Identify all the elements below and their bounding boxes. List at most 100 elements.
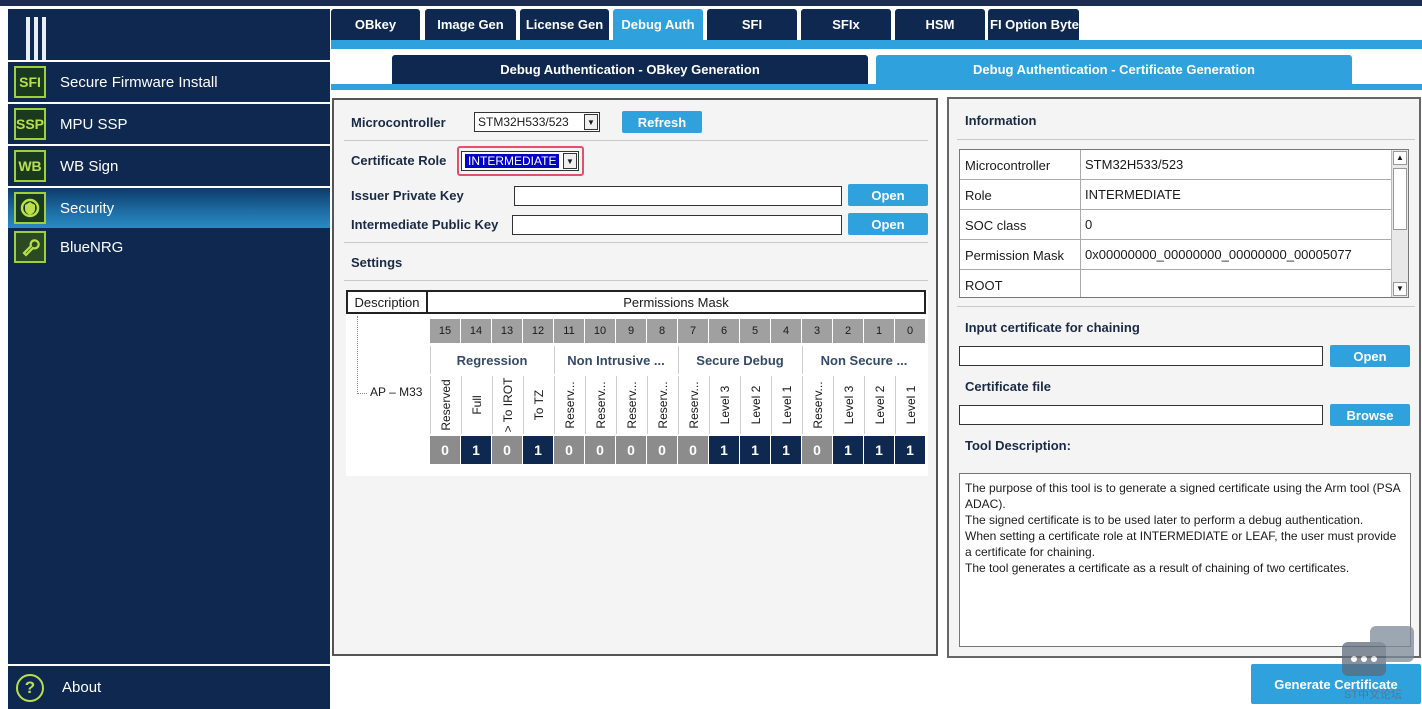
permission-label: > To IROT: [492, 376, 522, 434]
tab-obkey[interactable]: OBkey: [331, 9, 420, 40]
sidebar-item-label: MPU SSP: [60, 115, 128, 133]
permission-label-text: Reserv...: [624, 381, 639, 429]
permission-bit-value[interactable]: 1: [740, 436, 770, 464]
description-line: The purpose of this tool is to generate …: [965, 481, 1400, 511]
permission-bit-value[interactable]: 0: [678, 436, 708, 464]
tab-debug-auth[interactable]: Debug Auth: [613, 9, 703, 40]
sidebar-item-sfi[interactable]: SFI Secure Firmware Install: [8, 60, 330, 102]
issuer-key-open-button[interactable]: Open: [848, 184, 928, 206]
permission-bit-value[interactable]: 0: [616, 436, 646, 464]
intermediate-public-key-field[interactable]: [512, 215, 842, 235]
tab-sfix[interactable]: SFIx: [801, 9, 891, 40]
tab-fi-option-byte[interactable]: FI Option Byte: [988, 9, 1079, 40]
permission-bit-value[interactable]: 1: [461, 436, 491, 464]
chevron-down-icon: ▼: [563, 153, 577, 169]
permission-label: Reserv...: [585, 376, 615, 434]
permission-bit-value[interactable]: 0: [647, 436, 677, 464]
permission-label: Level 2: [864, 376, 894, 434]
bit-number: 10: [585, 319, 615, 343]
subtab-obkey-generation[interactable]: Debug Authentication - OBkey Generation: [392, 55, 868, 84]
permission-bit-value[interactable]: 0: [585, 436, 615, 464]
about-item[interactable]: ? About: [8, 664, 330, 709]
permission-label: Reserv...: [554, 376, 584, 434]
divider: [344, 280, 928, 281]
wb-badge-icon: WB: [14, 150, 46, 182]
tree-line: [357, 316, 358, 394]
tab-license-gen[interactable]: License Gen: [520, 9, 609, 40]
intermediate-public-key-label: Intermediate Public Key: [351, 217, 499, 232]
tab-hsm[interactable]: HSM: [895, 9, 985, 40]
certificate-settings-panel: Microcontroller STM32H533/523 ▼ Refresh …: [332, 98, 938, 656]
certificate-file-field[interactable]: [959, 405, 1323, 425]
permission-label: Level 3: [709, 376, 739, 434]
permission-bit-value[interactable]: 1: [864, 436, 894, 464]
sidebar: SFI Secure Firmware Install SSP MPU SSP …: [8, 9, 330, 709]
permission-label: Reserved: [430, 376, 460, 434]
bit-number: 13: [492, 319, 522, 343]
sidebar-item-mpu-ssp[interactable]: SSP MPU SSP: [8, 102, 330, 144]
permission-bit-value[interactable]: 1: [523, 436, 553, 464]
sidebar-item-security[interactable]: Security: [8, 186, 330, 228]
bit-number: 11: [554, 319, 584, 343]
permission-bit-value[interactable]: 1: [771, 436, 801, 464]
bit-number: 7: [678, 319, 708, 343]
permission-label-text: Reserved: [438, 379, 453, 431]
bit-number: 1: [864, 319, 894, 343]
divider: [344, 140, 928, 141]
permission-label-text: Reserv...: [810, 381, 825, 429]
description-line: The signed certificate is to be used lat…: [965, 513, 1364, 527]
info-scrollbar[interactable]: ▲ ▼: [1391, 150, 1408, 297]
permission-label-text: Level 3: [717, 385, 732, 425]
permission-bit-value[interactable]: 0: [802, 436, 832, 464]
tab-sfi[interactable]: SFI: [707, 9, 797, 40]
certificate-role-select[interactable]: INTERMEDIATE ▼: [461, 151, 579, 171]
permission-label-text: Level 1: [903, 385, 918, 425]
permission-label-text: Reserv...: [562, 381, 577, 429]
permission-bit-value[interactable]: 1: [709, 436, 739, 464]
sidebar-item-bluenrg[interactable]: BlueNRG: [8, 228, 330, 266]
issuer-private-key-field[interactable]: [514, 186, 842, 206]
permission-bit-value[interactable]: 0: [430, 436, 460, 464]
information-panel: Information Microcontroller STM32H533/52…: [947, 97, 1421, 658]
row-value: 0x00000000_00000000_00000000_00005077: [1085, 247, 1352, 262]
permission-label-text: Level 1: [779, 385, 794, 425]
permission-bit-value[interactable]: 0: [492, 436, 522, 464]
scroll-thumb[interactable]: [1393, 168, 1407, 230]
intermediate-key-open-button[interactable]: Open: [848, 213, 928, 235]
scroll-up-icon[interactable]: ▲: [1393, 151, 1407, 165]
certificate-file-label: Certificate file: [965, 379, 1051, 394]
question-icon: ?: [16, 674, 44, 702]
row-key: Permission Mask: [960, 240, 1081, 270]
tool-description-label: Tool Description:: [965, 438, 1071, 453]
browse-button[interactable]: Browse: [1330, 404, 1410, 426]
top-border: [0, 0, 1422, 6]
bit-number: 14: [461, 319, 491, 343]
shield-gear-icon: [14, 192, 46, 224]
input-certificate-field[interactable]: [959, 346, 1323, 366]
row-key: ROOT: [960, 270, 1081, 297]
subtab-certificate-generation[interactable]: Debug Authentication - Certificate Gener…: [876, 55, 1352, 84]
microcontroller-select[interactable]: STM32H533/523 ▼: [474, 112, 600, 132]
sfi-badge-icon: SFI: [14, 66, 46, 98]
permission-bit-value[interactable]: 1: [833, 436, 863, 464]
scroll-down-icon[interactable]: ▼: [1393, 282, 1407, 296]
bit-number: 0: [895, 319, 925, 343]
sidebar-item-label: BlueNRG: [60, 238, 124, 256]
forum-watermark-logo: ST中文论坛: [1340, 626, 1416, 706]
table-row: Microcontroller STM32H533/523: [960, 150, 1392, 180]
sidebar-item-label: Security: [60, 199, 115, 217]
tab-image-gen[interactable]: Image Gen: [425, 9, 516, 40]
permission-bit-value[interactable]: 1: [895, 436, 925, 464]
tab-strip: [331, 40, 1422, 49]
permission-label-text: Reserv...: [686, 381, 701, 429]
description-line: The tool generates a certificate as a re…: [965, 561, 1350, 575]
refresh-button[interactable]: Refresh: [622, 111, 702, 133]
bit-number: 8: [647, 319, 677, 343]
permission-label-text: Reserv...: [593, 381, 608, 429]
sidebar-item-label: WB Sign: [60, 157, 119, 175]
watermark-text: ST中文论坛: [1344, 689, 1403, 701]
sidebar-item-wb-sign[interactable]: WB WB Sign: [8, 144, 330, 186]
bit-number: 12: [523, 319, 553, 343]
permission-bit-value[interactable]: 0: [554, 436, 584, 464]
input-certificate-open-button[interactable]: Open: [1330, 345, 1410, 367]
